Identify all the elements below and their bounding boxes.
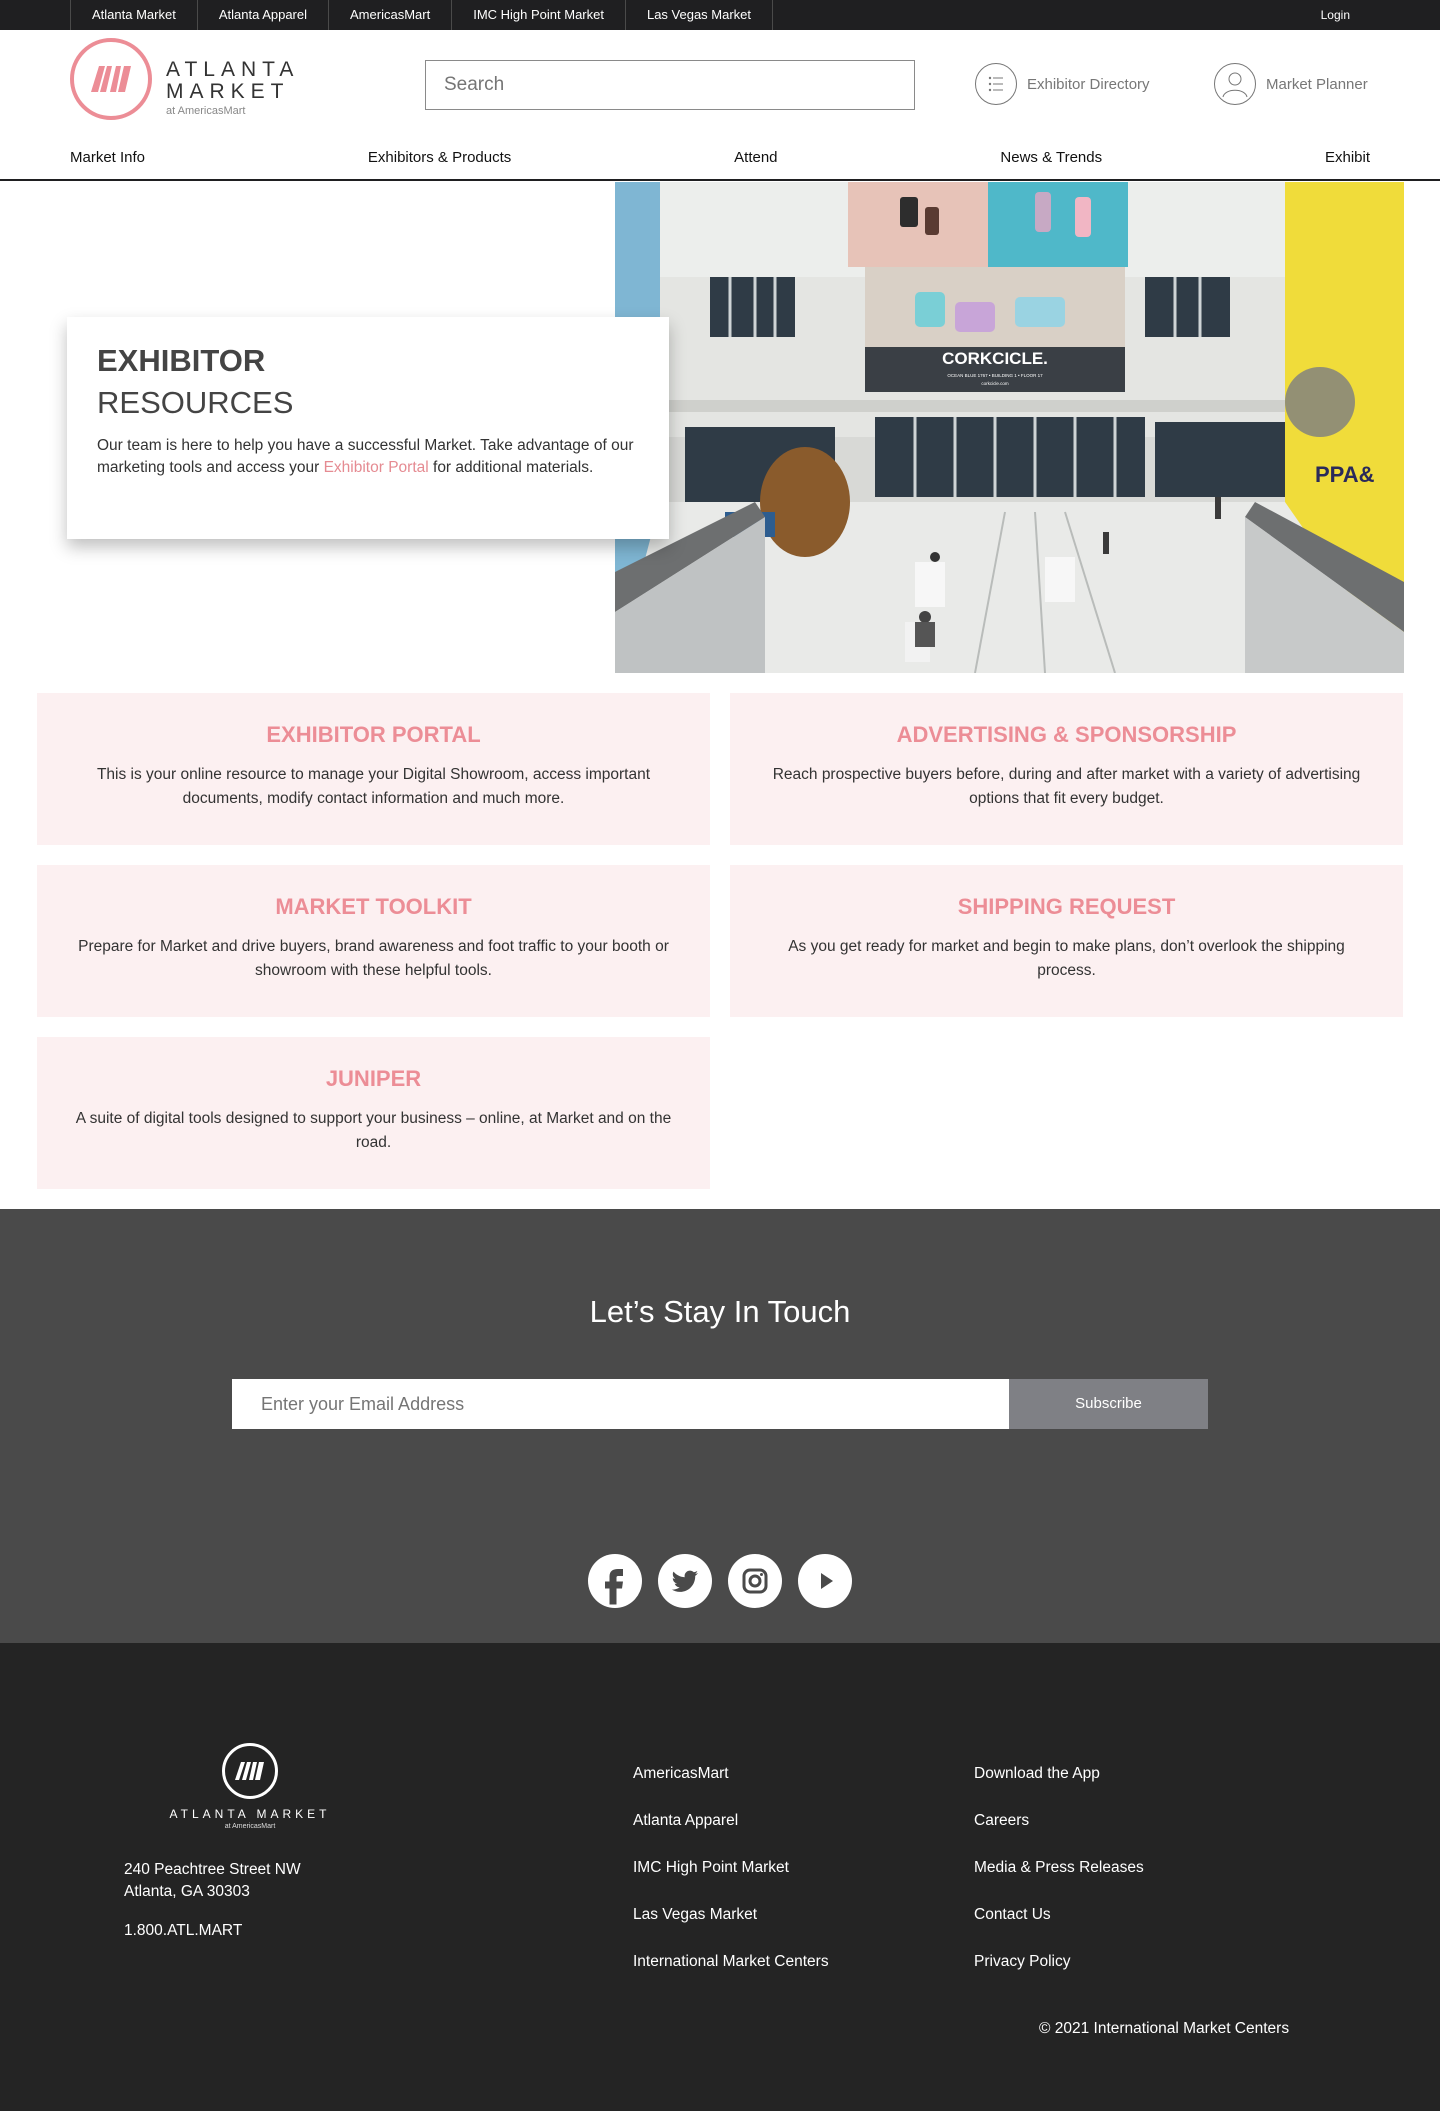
card-body: A suite of digital tools designed to sup… (75, 1110, 672, 1151)
hero-text-after: for additional materials. (428, 459, 594, 476)
card-juniper[interactable]: JUNIPER A suite of digital tools designe… (37, 1037, 710, 1189)
nav-exhibitors-products[interactable]: Exhibitors & Products (368, 148, 511, 178)
facebook-icon[interactable] (588, 1554, 642, 1608)
footer-link-media-press[interactable]: Media & Press Releases (974, 1858, 1144, 1905)
footer-logo-sub: at AmericasMart (224, 1823, 276, 1830)
site-header: ATLANTA MARKET at AmericasMart Exhibitor… (0, 30, 1440, 181)
hero-title-line2: RESOURCES (97, 385, 294, 420)
footer-link-atlanta-apparel[interactable]: Atlanta Apparel (633, 1811, 829, 1858)
card-title: EXHIBITOR PORTAL (266, 722, 481, 747)
card-body: As you get ready for market and begin to… (788, 938, 1345, 979)
footer-phone[interactable]: 1.800.ATL.MART (124, 1922, 242, 1940)
card-title: MARKET TOOLKIT (275, 894, 472, 919)
newsletter-section: Let’s Stay In Touch Subscribe (0, 1209, 1440, 1643)
site-link-atlanta-apparel[interactable]: Atlanta Apparel (198, 0, 330, 30)
instagram-icon[interactable] (728, 1554, 782, 1608)
card-advertising-sponsorship[interactable]: ADVERTISING & SPONSORSHIP Reach prospect… (730, 693, 1403, 845)
site-switcher-bar: Atlanta Market Atlanta Apparel AmericasM… (0, 0, 1440, 30)
nav-market-info[interactable]: Market Info (70, 148, 145, 178)
youtube-icon[interactable] (798, 1554, 852, 1608)
site-link-imc-high-point[interactable]: IMC High Point Market (452, 0, 626, 30)
footer-link-las-vegas-market[interactable]: Las Vegas Market (633, 1905, 829, 1952)
site-link-las-vegas-market[interactable]: Las Vegas Market (626, 0, 774, 30)
footer-link-careers[interactable]: Careers (974, 1811, 1144, 1858)
nav-attend[interactable]: Attend (734, 148, 777, 178)
card-title: ADVERTISING & SPONSORSHIP (896, 722, 1237, 747)
search-input[interactable] (425, 60, 915, 110)
site-footer: ATLANTA MARKET at AmericasMart 240 Peach… (0, 1643, 1440, 2111)
footer-logo[interactable]: ATLANTA MARKET at AmericasMart (160, 1743, 340, 1843)
atrium-illustration: CORKCICLE. OCEAN BLUE 1767 • BUILDING 1 … (615, 182, 1404, 673)
atlanta-market-logo[interactable]: ATLANTA MARKET at AmericasMart (70, 38, 300, 124)
main-nav: Market Info Exhibitors & Products Attend… (70, 148, 1370, 178)
footer-link-download-app[interactable]: Download the App (974, 1764, 1144, 1811)
footer-logo-name: ATLANTA MARKET (169, 1807, 331, 1821)
footer-link-contact-us[interactable]: Contact Us (974, 1905, 1144, 1952)
user-icon (1214, 63, 1256, 105)
exhibitor-directory-link[interactable]: Exhibitor Directory (975, 63, 1150, 105)
exhibitor-portal-link[interactable]: Exhibitor Portal (324, 459, 429, 476)
banner-sub-text: OCEAN BLUE 1767 • BUILDING 1 • FLOOR 17 (947, 373, 1043, 378)
footer-links-sites: AmericasMart Atlanta Apparel IMC High Po… (633, 1764, 829, 1999)
footer-logo-mark (222, 1743, 278, 1799)
card-shipping-request[interactable]: SHIPPING REQUEST As you get ready for ma… (730, 865, 1403, 1017)
address-line1: 240 Peachtree Street NW (124, 1861, 301, 1878)
logo-subtitle: at AmericasMart (166, 105, 246, 117)
newsletter-title: Let’s Stay In Touch (589, 1294, 851, 1329)
site-links: Atlanta Market Atlanta Apparel AmericasM… (70, 0, 774, 30)
card-body: This is your online resource to manage y… (96, 766, 651, 807)
login-link[interactable]: Login (1321, 0, 1350, 30)
list-icon (975, 63, 1017, 105)
site-link-atlanta-market[interactable]: Atlanta Market (71, 0, 198, 30)
exhibitor-directory-label: Exhibitor Directory (1027, 75, 1150, 93)
nav-exhibit[interactable]: Exhibit (1325, 148, 1370, 178)
hero-image-showroom-atrium: CORKCICLE. OCEAN BLUE 1767 • BUILDING 1 … (615, 182, 1404, 673)
site-link-americasmart[interactable]: AmericasMart (329, 0, 453, 30)
logo-word-market: MARKET (166, 80, 290, 103)
hero-description: Our team is here to help you have a succ… (97, 435, 639, 479)
copyright: © 2021 International Market Centers (1039, 2020, 1290, 2037)
market-planner-link[interactable]: Market Planner (1214, 63, 1368, 105)
email-input[interactable] (232, 1379, 1009, 1429)
card-title: JUNIPER (325, 1066, 422, 1091)
footer-address: 240 Peachtree Street NW Atlanta, GA 3030… (124, 1859, 301, 1903)
footer-link-imc[interactable]: International Market Centers (633, 1952, 829, 1999)
card-exhibitor-portal[interactable]: EXHIBITOR PORTAL This is your online res… (37, 693, 710, 845)
subscribe-button[interactable]: Subscribe (1009, 1379, 1208, 1429)
banner-brand-text: CORKCICLE. (942, 349, 1048, 368)
twitter-icon[interactable] (658, 1554, 712, 1608)
hero-card: EXHIBITOR RESOURCES Our team is here to … (67, 317, 669, 539)
market-planner-label: Market Planner (1266, 75, 1368, 93)
footer-links-info: Download the App Careers Media & Press R… (974, 1764, 1144, 1999)
card-body: Reach prospective buyers before, during … (772, 766, 1361, 807)
svg-text:PPA&: PPA& (1315, 462, 1375, 487)
logo-word-atlanta: ATLANTA (166, 58, 300, 81)
address-line2: Atlanta, GA 30303 (124, 1883, 250, 1900)
footer-link-imc-high-point[interactable]: IMC High Point Market (633, 1858, 829, 1905)
am-monogram-icon (91, 66, 131, 92)
footer-link-privacy-policy[interactable]: Privacy Policy (974, 1952, 1144, 1999)
nav-news-trends[interactable]: News & Trends (1000, 148, 1102, 178)
am-monogram-icon (235, 1762, 264, 1780)
footer-link-americasmart[interactable]: AmericasMart (633, 1764, 829, 1811)
banner-url-text: corkcicle.com (981, 381, 1009, 386)
logo-mark (70, 38, 152, 120)
card-title: SHIPPING REQUEST (957, 894, 1176, 919)
card-body: Prepare for Market and drive buyers, bra… (78, 938, 669, 979)
hero-title-line1: EXHIBITOR (97, 343, 266, 378)
card-market-toolkit[interactable]: MARKET TOOLKIT Prepare for Market and dr… (37, 865, 710, 1017)
